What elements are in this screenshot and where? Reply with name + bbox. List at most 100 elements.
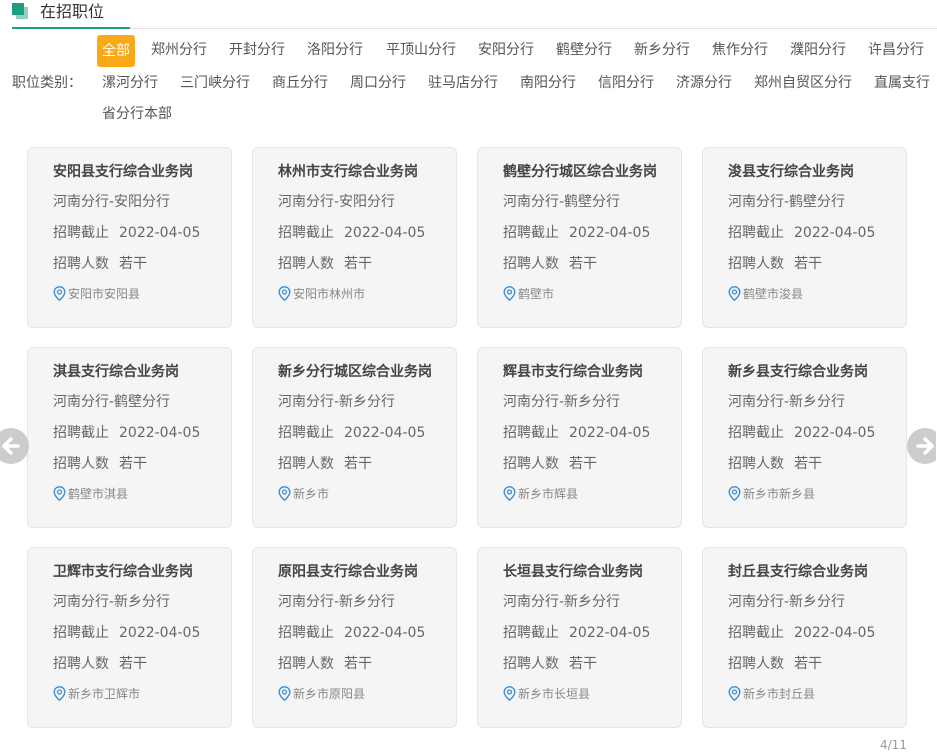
- deadline-label: 招聘截止: [728, 625, 784, 641]
- job-deadline: 招聘截止 2022-04-05: [53, 622, 200, 642]
- headcount-value: 若干: [344, 456, 372, 472]
- deadline-value: 2022-04-05: [344, 625, 426, 641]
- headcount-value: 若干: [794, 456, 822, 472]
- filter-option[interactable]: 省分行本部: [102, 104, 172, 124]
- job-headcount: 招聘人数 若干: [278, 453, 372, 473]
- job-branch: 河南分行-鹤壁分行: [728, 194, 846, 210]
- job-card[interactable]: 淇县支行综合业务岗 河南分行-鹤壁分行 招聘截止 2022-04-05 招聘人数若…: [27, 347, 232, 528]
- job-card[interactable]: 新乡分行城区综合业务岗 河南分行-新乡分行 招聘截止 2022-04-05 招聘人…: [252, 347, 457, 528]
- filter-option[interactable]: 漯河分行: [102, 73, 158, 93]
- deadline-label: 招聘截止: [278, 425, 334, 441]
- job-card[interactable]: 浚县支行综合业务岗 河南分行-鹤壁分行 招聘截止 2022-04-05 招聘人数若…: [702, 147, 907, 328]
- headcount-label: 招聘人数: [53, 456, 109, 472]
- location-pin-icon: [53, 686, 66, 701]
- arrow-right-icon: [907, 428, 937, 464]
- filter-option[interactable]: 三门峡分行: [180, 73, 250, 93]
- filter-option[interactable]: 焦作分行: [712, 40, 768, 60]
- filter-option[interactable]: 南阳分行: [520, 73, 576, 93]
- job-card[interactable]: 林州市支行综合业务岗 河南分行-安阳分行 招聘截止 2022-04-05 招聘人数…: [252, 147, 457, 328]
- job-card[interactable]: 长垣县支行综合业务岗 河南分行-新乡分行 招聘截止 2022-04-05 招聘人数…: [477, 547, 682, 728]
- headcount-value: 若干: [569, 456, 597, 472]
- filter-option[interactable]: 新乡分行: [634, 40, 690, 60]
- job-branch: 河南分行-安阳分行: [53, 194, 171, 210]
- job-branch: 河南分行-新乡分行: [503, 594, 621, 610]
- filter-option[interactable]: 信阳分行: [598, 73, 654, 93]
- prev-page-button[interactable]: [0, 427, 30, 465]
- job-deadline: 招聘截止 2022-04-05: [728, 622, 875, 642]
- job-title: 淇县支行综合业务岗: [53, 364, 179, 380]
- location-pin-icon: [53, 286, 66, 301]
- deadline-value: 2022-04-05: [794, 625, 876, 641]
- job-location: 安阳市安阳县: [53, 285, 140, 302]
- job-headcount: 招聘人数 若干: [728, 253, 822, 273]
- location-pin-icon: [53, 486, 66, 501]
- next-page-button[interactable]: [906, 427, 937, 465]
- headcount-label: 招聘人数: [53, 256, 109, 272]
- deadline-value: 2022-04-05: [344, 225, 426, 241]
- headcount-value: 若干: [119, 256, 147, 272]
- filter-option[interactable]: 商丘分行: [272, 73, 328, 93]
- job-branch: 河南分行-鹤壁分行: [53, 394, 171, 410]
- job-deadline: 招聘截止 2022-04-05: [728, 222, 875, 242]
- job-location: 新乡市封丘县: [728, 685, 815, 702]
- job-headcount: 招聘人数 若干: [728, 653, 822, 673]
- job-title: 卫辉市支行综合业务岗: [53, 564, 193, 580]
- location-pin-icon: [278, 286, 291, 301]
- section-header: 在招职位: [12, 0, 937, 29]
- job-title: 封丘县支行综合业务岗: [728, 564, 868, 580]
- deadline-label: 招聘截止: [503, 225, 559, 241]
- headcount-value: 若干: [569, 256, 597, 272]
- headcount-label: 招聘人数: [53, 656, 109, 672]
- filter-option[interactable]: 平顶山分行: [386, 40, 456, 60]
- deadline-label: 招聘截止: [728, 225, 784, 241]
- filter-option[interactable]: 驻马店分行: [428, 73, 498, 93]
- job-title: 浚县支行综合业务岗: [728, 164, 854, 180]
- job-title: 新乡分行城区综合业务岗: [278, 364, 432, 380]
- deadline-label: 招聘截止: [53, 625, 109, 641]
- location-text: 新乡市: [293, 487, 330, 501]
- filter-option[interactable]: 周口分行: [350, 73, 406, 93]
- location-text: 鹤壁市: [518, 287, 555, 301]
- job-card[interactable]: 封丘县支行综合业务岗 河南分行-新乡分行 招聘截止 2022-04-05 招聘人数…: [702, 547, 907, 728]
- location-text: 新乡市封丘县: [743, 687, 816, 701]
- job-deadline: 招聘截止 2022-04-05: [278, 622, 425, 642]
- filter-option[interactable]: 开封分行: [229, 40, 285, 60]
- filter-option[interactable]: 许昌分行: [868, 40, 924, 60]
- job-card[interactable]: 新乡县支行综合业务岗 河南分行-新乡分行 招聘截止 2022-04-05 招聘人数…: [702, 347, 907, 528]
- job-deadline: 招聘截止 2022-04-05: [728, 422, 875, 442]
- job-card[interactable]: 辉县市支行综合业务岗 河南分行-新乡分行 招聘截止 2022-04-05 招聘人数…: [477, 347, 682, 528]
- headcount-label: 招聘人数: [503, 656, 559, 672]
- filter-option[interactable]: 直属支行: [874, 73, 930, 93]
- location-pin-icon: [278, 486, 291, 501]
- location-text: 新乡市卫辉市: [68, 687, 141, 701]
- job-branch: 河南分行-新乡分行: [53, 594, 171, 610]
- job-card[interactable]: 原阳县支行综合业务岗 河南分行-新乡分行 招聘截止 2022-04-05 招聘人数…: [252, 547, 457, 728]
- filter-option[interactable]: 洛阳分行: [307, 40, 363, 60]
- job-location: 新乡市原阳县: [278, 685, 365, 702]
- filter-option[interactable]: 济源分行: [676, 73, 732, 93]
- deadline-label: 招聘截止: [728, 425, 784, 441]
- headcount-value: 若干: [344, 656, 372, 672]
- deadline-value: 2022-04-05: [794, 225, 876, 241]
- filter-option[interactable]: 濮阳分行: [790, 40, 846, 60]
- headcount-label: 招聘人数: [278, 656, 334, 672]
- filter-option[interactable]: 郑州自贸区分行: [754, 73, 852, 93]
- job-card[interactable]: 卫辉市支行综合业务岗 河南分行-新乡分行 招聘截止 2022-04-05 招聘人数…: [27, 547, 232, 728]
- job-title: 鹤壁分行城区综合业务岗: [503, 164, 657, 180]
- headcount-value: 若干: [119, 656, 147, 672]
- filter-option[interactable]: 安阳分行: [478, 40, 534, 60]
- headcount-label: 招聘人数: [728, 256, 784, 272]
- job-card[interactable]: 安阳县支行综合业务岗 河南分行-安阳分行 招聘截止 2022-04-05 招聘人数…: [27, 147, 232, 328]
- job-title: 原阳县支行综合业务岗: [278, 564, 418, 580]
- job-headcount: 招聘人数 若干: [728, 453, 822, 473]
- filter-option[interactable]: 郑州分行: [151, 40, 207, 60]
- filter-option[interactable]: 鹤壁分行: [556, 40, 612, 60]
- filter-option-all[interactable]: 全部: [97, 35, 135, 67]
- arrow-left-icon: [0, 428, 29, 464]
- job-card[interactable]: 鹤壁分行城区综合业务岗 河南分行-鹤壁分行 招聘截止 2022-04-05 招聘人…: [477, 147, 682, 328]
- job-deadline: 招聘截止 2022-04-05: [278, 222, 425, 242]
- location-pin-icon: [728, 486, 741, 501]
- section-title: 在招职位: [40, 2, 105, 21]
- headcount-label: 招聘人数: [728, 656, 784, 672]
- job-location: 新乡市卫辉市: [53, 685, 140, 702]
